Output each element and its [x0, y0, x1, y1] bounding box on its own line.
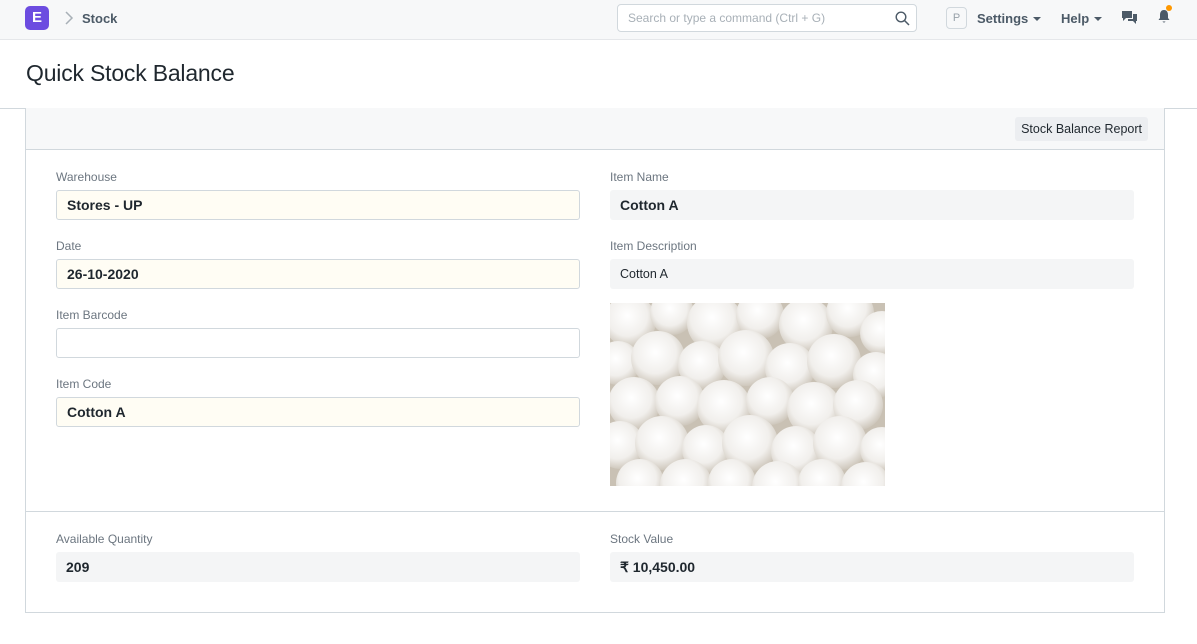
- warehouse-field[interactable]: Stores - UP: [56, 190, 580, 220]
- item-name-field: Cotton A: [610, 190, 1134, 220]
- item-code-field[interactable]: Cotton A: [56, 397, 580, 427]
- date-label: Date: [56, 239, 82, 253]
- stock-value-label: Stock Value: [610, 532, 674, 546]
- page-title: Quick Stock Balance: [26, 60, 235, 86]
- warehouse-label: Warehouse: [56, 170, 117, 184]
- item-barcode-label: Item Barcode: [56, 308, 128, 322]
- chat-icon[interactable]: [1121, 10, 1138, 25]
- item-name-label: Item Name: [610, 170, 669, 184]
- help-dropdown[interactable]: Help: [1061, 11, 1103, 26]
- search-bar: [617, 4, 917, 32]
- search-icon[interactable]: [895, 11, 910, 26]
- available-quantity-label: Available Quantity: [56, 532, 153, 546]
- settings-dropdown[interactable]: Settings: [977, 11, 1042, 26]
- date-field[interactable]: 26-10-2020: [56, 259, 580, 289]
- item-description-field: Cotton A: [610, 259, 1134, 289]
- search-input[interactable]: [618, 5, 888, 31]
- item-description-label: Item Description: [610, 239, 697, 253]
- available-quantity-field: 209: [56, 552, 580, 582]
- notification-dot: [1166, 5, 1172, 11]
- help-label: Help: [1061, 11, 1090, 26]
- breadcrumb-stock[interactable]: Stock: [82, 11, 117, 26]
- caret-down-icon: [1094, 17, 1103, 21]
- navbar: E Stock P Settings Help: [0, 0, 1197, 40]
- form-toolbar: Stock Balance Report: [26, 108, 1164, 150]
- item-code-label: Item Code: [56, 377, 112, 391]
- stock-value-field: ₹ 10,450.00: [610, 552, 1134, 582]
- stock-balance-report-button[interactable]: Stock Balance Report: [1015, 117, 1148, 141]
- chevron-right-icon: [65, 11, 74, 25]
- app-logo[interactable]: E: [25, 6, 49, 30]
- settings-label: Settings: [977, 11, 1029, 26]
- caret-down-icon: [1033, 17, 1042, 21]
- item-barcode-field[interactable]: [56, 328, 580, 358]
- form-card: Stock Balance Report Warehouse Stores - …: [25, 108, 1165, 613]
- bell-icon[interactable]: [1157, 9, 1171, 24]
- item-image: [610, 303, 885, 486]
- section-divider: [26, 511, 1164, 512]
- avatar[interactable]: P: [946, 7, 967, 29]
